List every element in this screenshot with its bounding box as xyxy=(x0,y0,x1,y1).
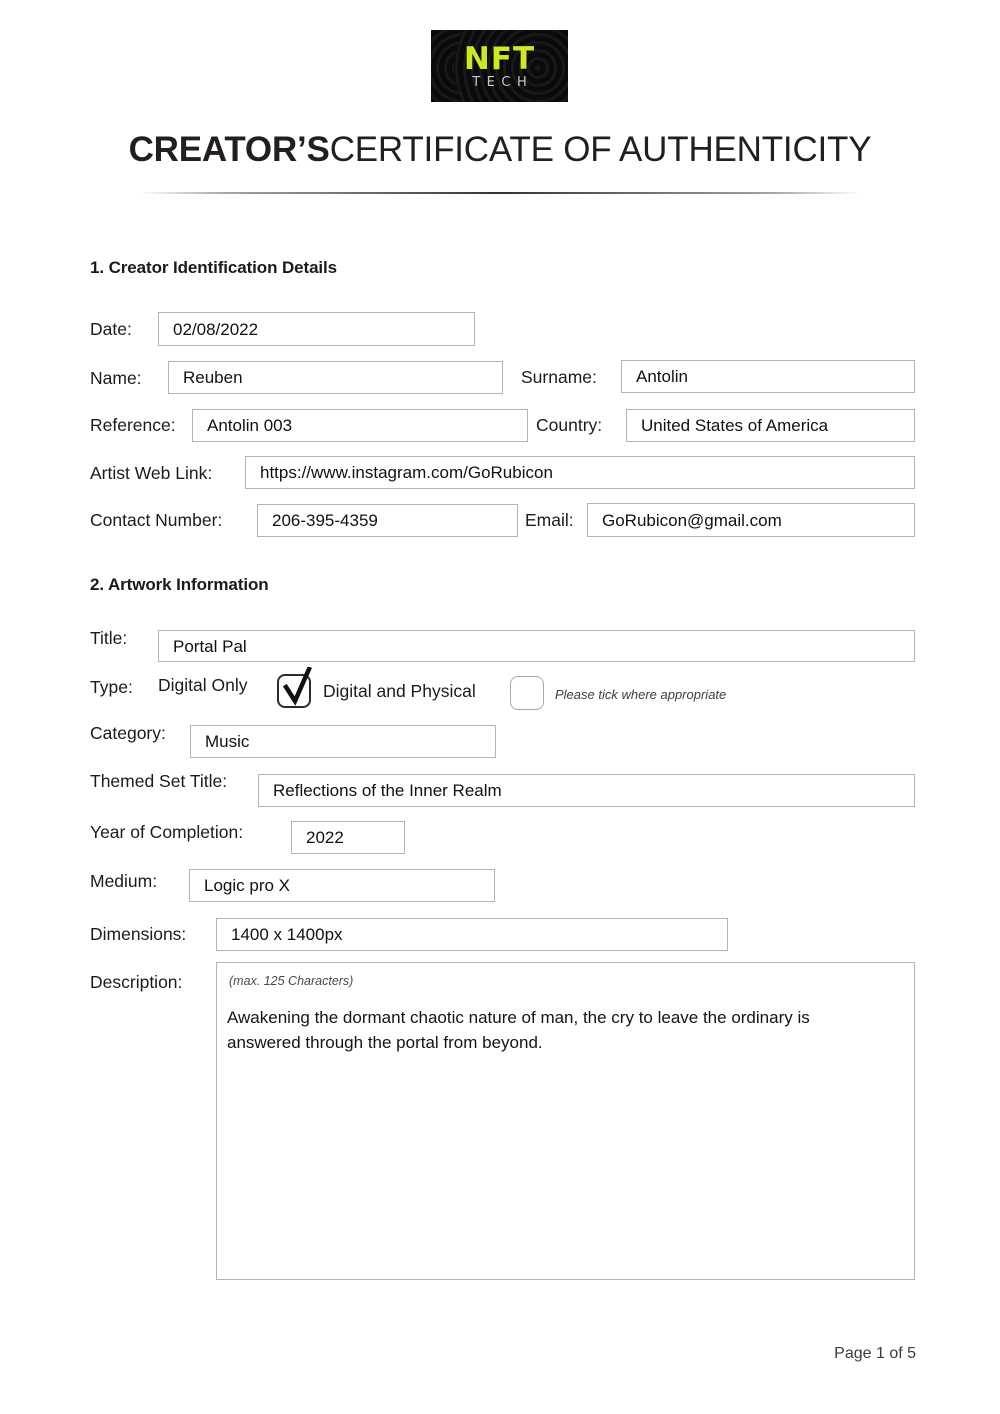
year-of-completion-field[interactable]: 2022 xyxy=(291,821,405,854)
reference-field[interactable]: Antolin 003 xyxy=(192,409,528,442)
name-field[interactable]: Reuben xyxy=(168,361,503,394)
themed-set-title-field[interactable]: Reflections of the Inner Realm xyxy=(258,774,915,807)
category-field[interactable]: Music xyxy=(190,725,496,758)
reference-label: Reference: xyxy=(90,415,176,435)
category-label: Category: xyxy=(90,723,166,743)
dimensions-label: Dimensions: xyxy=(90,924,187,944)
country-label: Country: xyxy=(536,415,603,435)
description-field[interactable]: (max. 125 Characters) Awakening the dorm… xyxy=(216,962,915,1280)
surname-field[interactable]: Antolin xyxy=(621,360,915,393)
year-of-completion-value: 2022 xyxy=(306,828,344,847)
artist-web-link-value: https://www.instagram.com/GoRubicon xyxy=(260,463,553,482)
description-value: Awakening the dormant chaotic nature of … xyxy=(227,1008,810,1052)
dimensions-value: 1400 x 1400px xyxy=(231,925,343,944)
artwork-title-value: Portal Pal xyxy=(173,636,247,656)
artwork-title-field[interactable]: Portal Pal xyxy=(158,630,915,662)
date-field[interactable]: 02/08/2022 xyxy=(158,312,475,346)
name-value: Reuben xyxy=(183,368,243,387)
checkbox-digital-and-physical[interactable] xyxy=(510,676,544,710)
contact-number-field[interactable]: 206-395-4359 xyxy=(257,504,518,537)
section-heading-creator-identification: 1. Creator Identification Details xyxy=(90,258,338,277)
checkmark-icon xyxy=(282,667,312,706)
description-label: Description: xyxy=(90,972,183,992)
section-heading-artwork-information: 2. Artwork Information xyxy=(90,575,269,594)
logo-secondary-text: TECH xyxy=(472,74,534,90)
type-option-digital-only-label: Digital Only xyxy=(158,675,248,695)
artist-web-link-field[interactable]: https://www.instagram.com/GoRubicon xyxy=(245,456,915,489)
surname-label: Surname: xyxy=(521,367,597,387)
contact-number-label: Contact Number: xyxy=(90,510,223,530)
reference-value: Antolin 003 xyxy=(207,416,293,435)
date-label: Date: xyxy=(90,319,132,339)
page-indicator: Page 1 of 5 xyxy=(834,1345,916,1362)
type-label: Type: xyxy=(90,677,133,697)
artist-web-link-label: Artist Web Link: xyxy=(90,463,213,483)
description-character-limit-note: (max. 125 Characters) xyxy=(229,974,354,988)
date-value: 02/08/2022 xyxy=(173,319,259,339)
type-hint-text: Please tick where appropriate xyxy=(555,687,727,702)
page-title-bold: CREATOR’S xyxy=(128,130,330,169)
title-divider xyxy=(140,192,860,194)
medium-field[interactable]: Logic pro X xyxy=(189,869,495,902)
themed-set-title-label: Themed Set Title: xyxy=(90,771,228,791)
page-title: CREATOR’SCERTIFICATE OF AUTHENTICITY xyxy=(0,128,1000,172)
checkbox-digital-only[interactable] xyxy=(277,667,312,708)
year-of-completion-label: Year of Completion: xyxy=(90,822,244,842)
artwork-title-label: Title: xyxy=(90,628,128,648)
dimensions-field[interactable]: 1400 x 1400px xyxy=(216,918,728,951)
email-label: Email: xyxy=(525,510,574,530)
country-field[interactable]: United States of America xyxy=(626,409,915,442)
medium-value: Logic pro X xyxy=(204,876,290,895)
email-field[interactable]: GoRubicon@gmail.com xyxy=(587,503,915,537)
email-value: GoRubicon@gmail.com xyxy=(602,510,782,530)
medium-label: Medium: xyxy=(90,871,158,891)
surname-value: Antolin xyxy=(636,367,688,386)
type-option-digital-and-physical-label: Digital and Physical xyxy=(323,681,476,701)
country-value: United States of America xyxy=(641,416,829,435)
logo-primary-text: NFT xyxy=(463,40,536,77)
category-value: Music xyxy=(205,732,250,751)
page-title-rest: CERTIFICATE OF AUTHENTICITY xyxy=(329,130,872,169)
contact-number-value: 206-395-4359 xyxy=(272,511,378,530)
certificate-page: NFT TECH CREATOR’SCERTIFICATE OF AUTHENT… xyxy=(0,0,1000,1414)
name-label: Name: xyxy=(90,368,142,388)
themed-set-title-value: Reflections of the Inner Realm xyxy=(273,781,502,800)
logo-box: NFT TECH xyxy=(431,30,568,102)
nft-tech-logo: NFT TECH xyxy=(431,30,568,102)
